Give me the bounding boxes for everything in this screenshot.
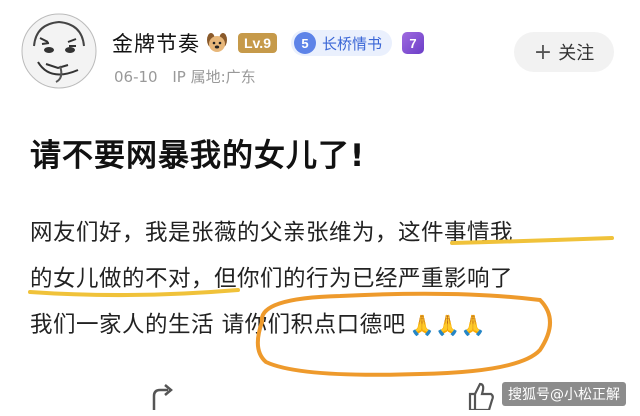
fan-badge-label: 长桥情书 bbox=[321, 34, 382, 53]
post-meta: 06-10 IP 属地:广东 bbox=[114, 66, 256, 87]
share-icon[interactable] bbox=[148, 382, 178, 412]
author-name-row: 金牌节奏 Lv.9 5 长桥情书 7 bbox=[112, 28, 424, 58]
ip-location: IP 属地:广东 bbox=[172, 68, 256, 86]
post-title: 请不要网暴我的女儿了! bbox=[30, 138, 366, 174]
plus-icon: + bbox=[533, 39, 553, 65]
meme-face-avatar-icon bbox=[21, 13, 97, 89]
level-badge: Lv.9 bbox=[238, 33, 277, 53]
follow-button[interactable]: + 关注 bbox=[514, 32, 614, 72]
post-date: 06-10 bbox=[114, 68, 158, 86]
author-avatar[interactable] bbox=[20, 12, 98, 90]
body-line-1: 网友们好，我是张薇的父亲张维为，这件事情我 bbox=[30, 220, 514, 246]
fan-badge-number: 5 bbox=[293, 32, 316, 54]
dog-icon bbox=[204, 30, 230, 56]
post-body: 网友们好，我是张薇的父亲张维为，这件事情我 的女儿做的不对，但你们的行为已经严重… bbox=[30, 210, 620, 348]
prayer-emoji: 🙏🙏🙏 bbox=[409, 313, 486, 337]
body-line-2: 的女儿做的不对，但你们的行为已经严重影响了 bbox=[30, 266, 514, 292]
follow-label: 关注 bbox=[558, 43, 595, 64]
body-line-3: 我们一家人的生活 请你们积点口德吧 🙏🙏🙏 bbox=[30, 302, 620, 348]
thumbs-up-icon[interactable] bbox=[466, 380, 494, 412]
extra-badge: 7 bbox=[402, 32, 424, 54]
watermark: 搜狐号@小松正解 bbox=[502, 382, 626, 406]
body-line-3-text: 我们一家人的生活 请你们积点口德吧 bbox=[30, 312, 406, 338]
fan-badge[interactable]: 5 长桥情书 bbox=[290, 30, 392, 56]
author-name[interactable]: 金牌节奏 bbox=[112, 28, 200, 58]
